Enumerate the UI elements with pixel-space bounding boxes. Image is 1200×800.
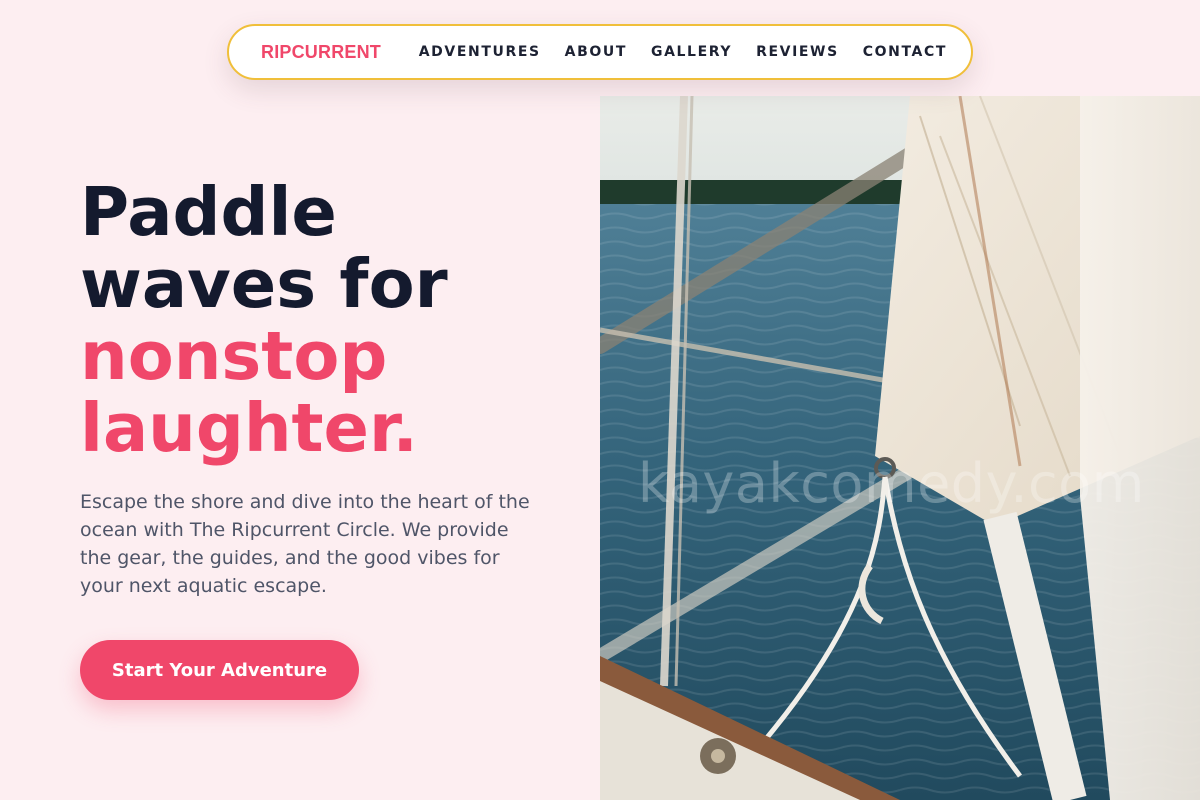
nav-link-adventures[interactable]: ADVENTURES [419, 44, 541, 60]
nav-link-reviews[interactable]: REVIEWS [756, 44, 839, 60]
hero-headline: Paddle waves for nonstop laughter. [80, 176, 580, 464]
nav-link-about[interactable]: ABOUT [565, 44, 627, 60]
sailboat-photo-illustration [600, 96, 1200, 800]
hero-sailboat-image [600, 96, 1200, 800]
headline-line-1: Paddle [80, 173, 337, 251]
headline-accent-line-1: nonstop [80, 317, 388, 395]
nav-links: ADVENTURES ABOUT GALLERY REVIEWS CONTACT [419, 44, 947, 60]
start-adventure-button[interactable]: Start Your Adventure [80, 640, 359, 700]
hero-subtext: Escape the shore and dive into the heart… [80, 491, 530, 597]
main-nav: RIPCURRENT ADVENTURES ABOUT GALLERY REVI… [227, 24, 973, 80]
landing-page: RIPCURRENT ADVENTURES ABOUT GALLERY REVI… [0, 0, 1200, 800]
headline-line-2: waves for [80, 245, 448, 323]
image-watermark: kayakcomedy.com [638, 452, 1145, 515]
brand-logo[interactable]: RIPCURRENT [261, 42, 381, 63]
headline-accent-line-2: laughter. [80, 389, 418, 467]
nav-link-contact[interactable]: CONTACT [863, 44, 947, 60]
nav-link-gallery[interactable]: GALLERY [651, 44, 732, 60]
